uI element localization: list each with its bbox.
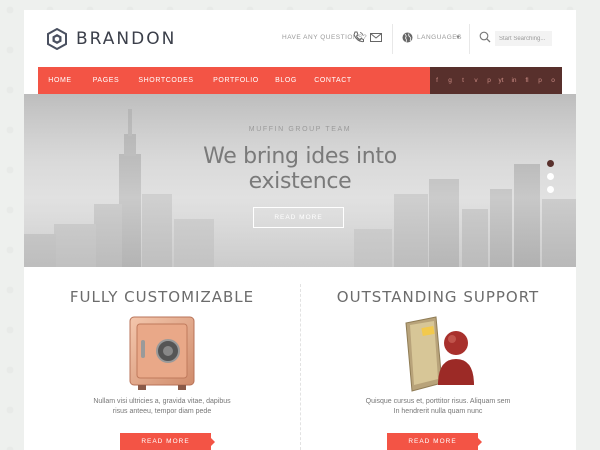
- feature-read-more-button[interactable]: READ MORE: [120, 433, 215, 450]
- brand-name[interactable]: BRANDON: [76, 29, 176, 49]
- linkedin-icon[interactable]: in: [509, 67, 519, 94]
- nav-item-portfolio[interactable]: PORTFOLIO: [210, 67, 262, 94]
- main-nav: HOME PAGES SHORTCODES PORTFOLIO BLOG CON…: [38, 67, 562, 99]
- feature-support: OUTSTANDING SUPPORT Quisque cursus et, p…: [300, 285, 576, 450]
- youtube-icon[interactable]: yt: [496, 67, 506, 94]
- support-folder-icon: [405, 316, 474, 392]
- vimeo-icon[interactable]: v: [471, 67, 481, 94]
- feature-text-line: Quisque cursus et, porttitor risus. Aliq…: [365, 398, 511, 405]
- hero-title-line-1: We bring ides into: [203, 144, 397, 169]
- instagram-icon[interactable]: o: [548, 67, 558, 94]
- social-links-bar: f g t v p yt in fl p o: [430, 67, 562, 94]
- feature-title: FULLY CUSTOMIZABLE: [69, 288, 255, 306]
- flickr-icon[interactable]: fl: [522, 67, 532, 94]
- feature-title: OUTSTANDING SUPPORT: [336, 288, 540, 306]
- nav-item-blog[interactable]: BLOG: [274, 67, 298, 94]
- phone-icon[interactable]: [353, 31, 364, 43]
- feature-text-line: In hendrerit nulla quam nunc: [393, 408, 483, 415]
- twitter-icon[interactable]: t: [458, 67, 468, 94]
- feature-text-line: risus anteeu, tempor diam pede: [112, 408, 212, 415]
- feature-description: Nullam visi ultricies a, gravida vitae, …: [24, 397, 300, 417]
- header: BRANDON HAVE ANY QUESTIONS? LANGUAGES ▼: [24, 10, 576, 67]
- globe-icon[interactable]: [402, 32, 413, 43]
- pinterest-icon[interactable]: p: [535, 67, 545, 94]
- hero-read-more-button[interactable]: READ MORE: [253, 207, 344, 228]
- nav-item-pages[interactable]: PAGES: [90, 67, 122, 94]
- header-separator: [469, 24, 470, 54]
- search-icon[interactable]: [479, 31, 491, 43]
- hero-slider: MUFFIN GROUP TEAM We bring ides into exi…: [24, 94, 576, 267]
- hero-title: We bring ides into existence: [24, 144, 576, 194]
- feature-customizable: FULLY CUSTOMIZABLE Nullam visi ultricies…: [24, 285, 300, 450]
- feature-text-line: Nullam visi ultricies a, gravida vitae, …: [93, 398, 231, 405]
- googleplus-icon[interactable]: g: [445, 67, 455, 94]
- chevron-down-icon[interactable]: ▼: [455, 35, 461, 41]
- safe-icon: [129, 316, 195, 390]
- facebook-icon[interactable]: f: [432, 67, 442, 94]
- slider-dot[interactable]: [547, 160, 554, 167]
- feature-description: Quisque cursus et, porttitor risus. Aliq…: [300, 397, 576, 417]
- header-separator: [392, 24, 393, 54]
- feature-read-more-button[interactable]: READ MORE: [387, 433, 482, 450]
- hexagon-logo-icon[interactable]: [46, 28, 68, 50]
- page: BRANDON HAVE ANY QUESTIONS? LANGUAGES ▼ …: [24, 10, 576, 450]
- nav-item-contact[interactable]: CONTACT: [310, 67, 356, 94]
- mail-icon[interactable]: [370, 33, 382, 42]
- slider-dot[interactable]: [547, 186, 554, 193]
- hero-title-line-2: existence: [248, 169, 352, 194]
- slider-dot[interactable]: [547, 173, 554, 180]
- hero-subtitle: MUFFIN GROUP TEAM: [248, 126, 352, 133]
- nav-item-shortcodes[interactable]: SHORTCODES: [136, 67, 196, 94]
- search-input[interactable]: [495, 31, 552, 46]
- play-icon[interactable]: p: [484, 67, 494, 94]
